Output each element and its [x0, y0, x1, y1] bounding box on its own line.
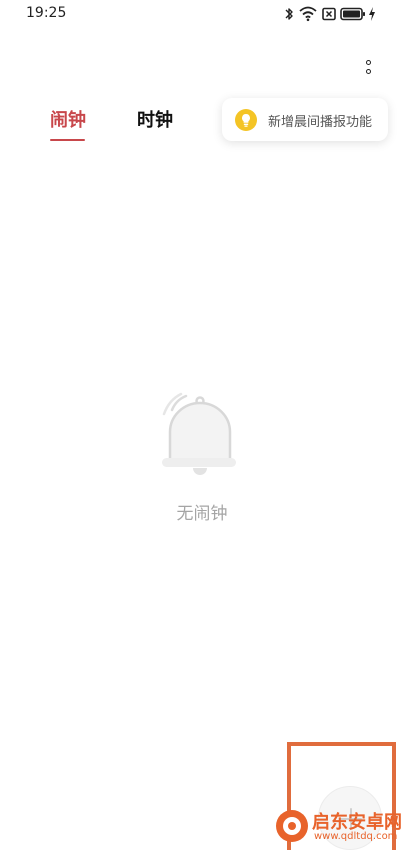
tab-alarm-indicator [50, 139, 85, 141]
lightbulb-icon [235, 109, 257, 131]
tab-alarm[interactable]: 闹钟 [50, 106, 86, 132]
watermark-url: www.qdltdq.com [314, 831, 398, 842]
wifi-icon [299, 6, 317, 22]
more-options-button[interactable] [360, 56, 380, 80]
feature-tip[interactable]: 新增晨间播报功能 [222, 98, 388, 141]
status-time: 19:25 [26, 5, 67, 21]
charging-icon [369, 7, 375, 21]
status-icons [284, 6, 376, 22]
battery-icon [340, 7, 365, 21]
tip-text: 新增晨间播报功能 [268, 115, 373, 130]
empty-state-text: 无闹钟 [176, 504, 228, 524]
bell-icon [162, 392, 236, 475]
more-vertical-icon [366, 60, 371, 65]
more-dot [366, 69, 371, 74]
bluetooth-icon [285, 8, 293, 20]
watermark-logo-icon [276, 810, 308, 842]
notification-icon [322, 7, 336, 21]
status-bar: 19:25 [0, 0, 404, 28]
tab-clock[interactable]: 时钟 [137, 106, 173, 132]
clock-app-screen: 19:25 闹钟 时钟 新增晨间播报功能 无闹钟 启东安卓网 www.qdltd… [0, 0, 404, 850]
